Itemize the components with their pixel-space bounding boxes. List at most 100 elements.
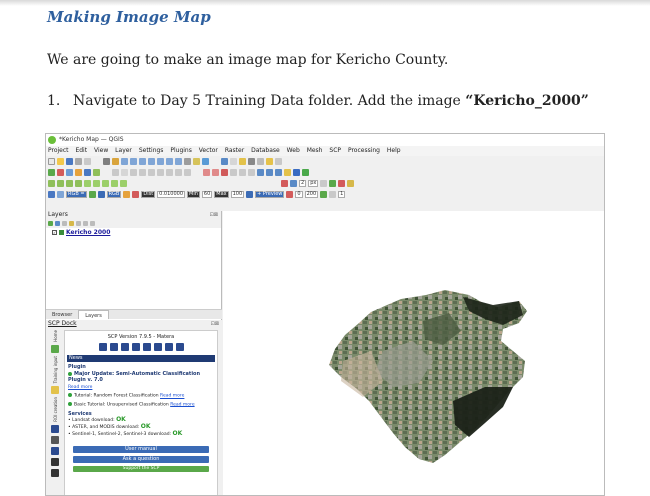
- label-rotate-icon[interactable]: [239, 169, 246, 176]
- add-db-icon[interactable]: [84, 169, 91, 176]
- menu-web[interactable]: Web: [287, 147, 300, 154]
- tab-browser[interactable]: Browser: [46, 310, 78, 319]
- scp-tools-icon[interactable]: [120, 343, 129, 351]
- scp-band-icon[interactable]: [109, 343, 118, 351]
- edit-icon[interactable]: [112, 169, 119, 176]
- scp-red2-icon[interactable]: [286, 191, 294, 198]
- home-icon[interactable]: [51, 344, 59, 353]
- roi-icon[interactable]: [51, 424, 59, 433]
- menu-vector[interactable]: Vector: [199, 147, 218, 154]
- digitize-i-icon[interactable]: [120, 180, 127, 187]
- zoom-out-icon[interactable]: [130, 158, 137, 165]
- scp-grey-icon[interactable]: [329, 191, 337, 198]
- menu-help[interactable]: Help: [387, 147, 401, 154]
- redo-icon[interactable]: [184, 169, 191, 176]
- open-project-icon[interactable]: [57, 158, 64, 165]
- panel-close-icon[interactable]: ⊡⊠: [210, 211, 218, 219]
- bookmark-icon[interactable]: [193, 158, 200, 165]
- sidebar-roi-creation[interactable]: ROI creation: [53, 397, 58, 422]
- manage-map-icon[interactable]: [62, 221, 67, 226]
- map-canvas[interactable]: [223, 211, 604, 495]
- label-pin-icon[interactable]: [212, 169, 219, 176]
- add-csv-icon[interactable]: [75, 169, 82, 176]
- node-tool-icon[interactable]: [130, 169, 137, 176]
- scp-about-icon[interactable]: [175, 343, 184, 351]
- plugin-green-icon[interactable]: [302, 169, 309, 176]
- dist-field[interactable]: 0.010000: [157, 191, 186, 198]
- layer-row[interactable]: ✓ Kericho 2000: [46, 228, 221, 238]
- digitize-f-icon[interactable]: [93, 180, 100, 187]
- menu-plugins[interactable]: Plugins: [170, 147, 192, 154]
- python-icon[interactable]: [284, 169, 291, 176]
- label-move-icon[interactable]: [230, 169, 237, 176]
- menu-view[interactable]: View: [94, 147, 108, 154]
- add-group-icon[interactable]: [55, 221, 60, 226]
- expand-all-icon[interactable]: [76, 221, 81, 226]
- digitize-a-icon[interactable]: [48, 180, 55, 187]
- filter-icon[interactable]: [69, 221, 74, 226]
- zoom-full-icon[interactable]: [139, 158, 146, 165]
- ask-question-button[interactable]: Ask a question: [73, 456, 209, 463]
- digitize-b-icon[interactable]: [57, 180, 64, 187]
- tab-layers[interactable]: Layers: [78, 310, 109, 319]
- scp-tool3-icon[interactable]: [338, 180, 346, 187]
- scp-preprocess-icon[interactable]: [131, 343, 140, 351]
- zoom-last-icon[interactable]: [166, 158, 173, 165]
- zoom-in-icon[interactable]: [121, 158, 128, 165]
- label-icon[interactable]: [203, 169, 210, 176]
- scp-roi-icon[interactable]: [281, 180, 288, 187]
- pan-icon[interactable]: [103, 158, 110, 165]
- digitize-icon[interactable]: [121, 169, 128, 176]
- digitize-e-icon[interactable]: [84, 180, 91, 187]
- scp-red-icon[interactable]: [132, 191, 140, 198]
- read-more-link[interactable]: Read more: [160, 394, 184, 399]
- measure-icon[interactable]: [257, 158, 264, 165]
- digitize-h-icon[interactable]: [111, 180, 118, 187]
- scp-tool-icon[interactable]: [320, 180, 328, 187]
- digitize-d-icon[interactable]: [75, 180, 82, 187]
- label-change-icon[interactable]: [248, 169, 255, 176]
- copy-icon[interactable]: [157, 169, 164, 176]
- menu-raster[interactable]: Raster: [225, 147, 244, 154]
- attributes-icon[interactable]: [230, 158, 237, 165]
- scp-tool2-icon[interactable]: [329, 180, 337, 187]
- tips-icon[interactable]: [275, 158, 282, 165]
- scp-roi2-icon[interactable]: [290, 180, 297, 187]
- unit-field[interactable]: px: [308, 180, 319, 187]
- scp-tool-c-icon[interactable]: [51, 457, 59, 466]
- zoom-field[interactable]: 2: [299, 180, 307, 187]
- rgb-field[interactable]: RGB: [106, 191, 122, 198]
- scp-tool-a-icon[interactable]: [51, 435, 59, 444]
- sidebar-home[interactable]: Home: [53, 330, 58, 342]
- pan-to-selection-icon[interactable]: [112, 158, 119, 165]
- zoom-native-icon[interactable]: [157, 158, 164, 165]
- band-field[interactable]: 0: [295, 191, 303, 198]
- read-more-link[interactable]: Read more: [170, 402, 194, 407]
- layout-manager-icon[interactable]: [84, 158, 91, 165]
- scp-green-icon[interactable]: [320, 191, 328, 198]
- save-project-icon[interactable]: [66, 158, 73, 165]
- digitize-g-icon[interactable]: [102, 180, 109, 187]
- value-1-field[interactable]: 1: [338, 191, 346, 198]
- layer-visibility-checkbox[interactable]: ✓: [52, 230, 57, 235]
- paste-icon[interactable]: [166, 169, 173, 176]
- preview-button[interactable]: + Preview: [255, 191, 285, 198]
- add-layer-icon[interactable]: [48, 169, 55, 176]
- menu-layer[interactable]: Layer: [115, 147, 132, 154]
- identify-icon[interactable]: [221, 158, 228, 165]
- new-project-icon[interactable]: [48, 158, 55, 165]
- scp-settings-icon[interactable]: [164, 343, 173, 351]
- read-more-link[interactable]: Read more: [68, 385, 92, 390]
- value-200-field[interactable]: 200: [304, 191, 319, 198]
- min-field[interactable]: 60: [201, 191, 213, 198]
- scp-tool-d-icon[interactable]: [51, 468, 59, 477]
- rgb-select[interactable]: RGB =: [66, 191, 87, 198]
- scp-orange-icon[interactable]: [123, 191, 131, 198]
- new-map-view-icon[interactable]: [184, 158, 191, 165]
- support-scp-button[interactable]: Support the SCP: [73, 466, 209, 472]
- scp-zoom-icon[interactable]: [97, 191, 105, 198]
- zoom-next-icon[interactable]: [175, 158, 182, 165]
- zoom-layer-icon[interactable]: [148, 158, 155, 165]
- scp-tool4-icon[interactable]: [347, 180, 355, 187]
- layer-style-icon[interactable]: [48, 221, 53, 226]
